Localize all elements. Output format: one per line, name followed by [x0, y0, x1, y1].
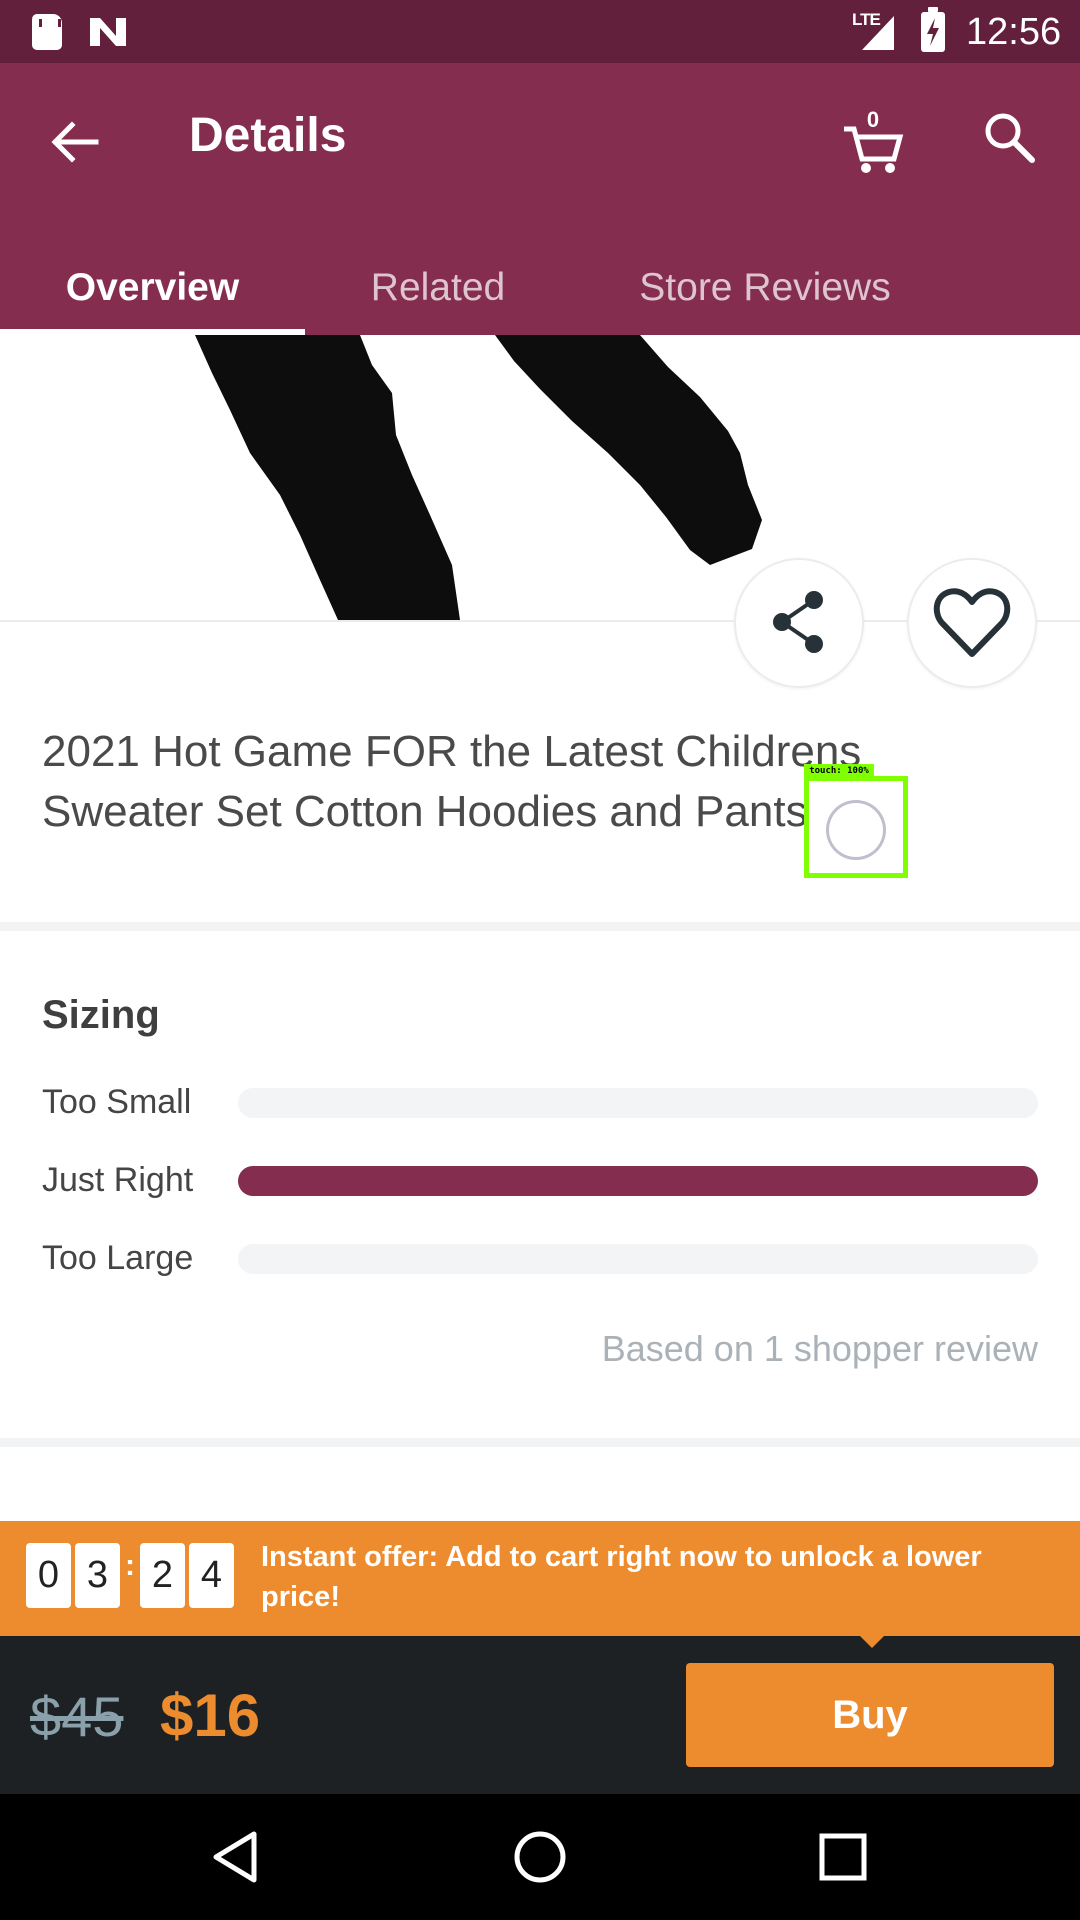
touch-point	[826, 800, 886, 860]
status-bar: LTE 12:56	[0, 0, 1080, 63]
sizing-title: Sizing	[42, 993, 160, 1037]
offer-text: Instant offer: Add to cart right now to …	[261, 1541, 982, 1613]
cart-button[interactable]: 0	[838, 99, 908, 175]
n-notification-icon	[90, 18, 126, 46]
section-divider	[0, 1438, 1080, 1447]
countdown-digit: 3	[75, 1543, 120, 1608]
search-icon	[985, 113, 1035, 163]
share-button[interactable]	[734, 558, 864, 688]
countdown-digit: 2	[140, 1543, 185, 1608]
size-label-too-small: Too Small	[42, 1083, 192, 1121]
buy-bar: $45 $16 Buy	[0, 1636, 1080, 1794]
back-triangle-icon[interactable]	[202, 1822, 272, 1892]
original-price: $45	[30, 1685, 124, 1748]
recents-square-icon[interactable]	[808, 1822, 878, 1892]
countdown-digit: 0	[26, 1543, 71, 1608]
section-divider	[0, 922, 1080, 931]
signal-icon	[862, 16, 894, 50]
size-bar-too-large	[238, 1244, 1038, 1274]
offer-pointer	[856, 1632, 888, 1648]
review-count-note: Based on 1 shopper review	[601, 1328, 1038, 1369]
size-fill	[238, 1166, 1038, 1196]
screen: LTE 12:56 Details 0 Overview Related Sto…	[0, 0, 1080, 1920]
home-circle-icon[interactable]	[505, 1822, 575, 1892]
size-bar-just-right	[238, 1166, 1038, 1196]
share-icon	[773, 591, 823, 653]
page-title: Details	[189, 109, 347, 162]
app-bar: Details 0 Overview Related Store Reviews	[0, 63, 1080, 335]
status-time: 12:56	[966, 11, 1062, 53]
back-arrow-icon	[51, 121, 99, 163]
favorite-button[interactable]	[907, 558, 1037, 688]
sd-card-icon	[32, 14, 62, 50]
instant-offer-banner[interactable]: 0 3 : 2 4 Instant offer: Add to cart rig…	[0, 1521, 1080, 1636]
heart-icon	[933, 588, 1011, 657]
tab-store-reviews[interactable]: Store Reviews	[615, 248, 915, 335]
tab-bar: Overview Related Store Reviews	[0, 248, 1080, 335]
cart-count-badge: 0	[866, 107, 880, 132]
countdown-separator: :	[125, 1549, 135, 1582]
size-label-too-large: Too Large	[42, 1239, 194, 1277]
buy-button[interactable]: Buy	[686, 1663, 1054, 1767]
sale-price: $16	[160, 1682, 261, 1749]
size-label-just-right: Just Right	[42, 1161, 194, 1199]
system-nav-bar	[0, 1794, 1080, 1920]
search-button[interactable]	[975, 103, 1045, 173]
tab-overview[interactable]: Overview	[20, 248, 285, 335]
back-button[interactable]	[40, 107, 110, 177]
battery-charging-icon	[921, 7, 945, 52]
countdown-digit: 4	[189, 1543, 234, 1608]
tab-related[interactable]: Related	[338, 248, 538, 335]
size-bar-too-small	[238, 1088, 1038, 1118]
